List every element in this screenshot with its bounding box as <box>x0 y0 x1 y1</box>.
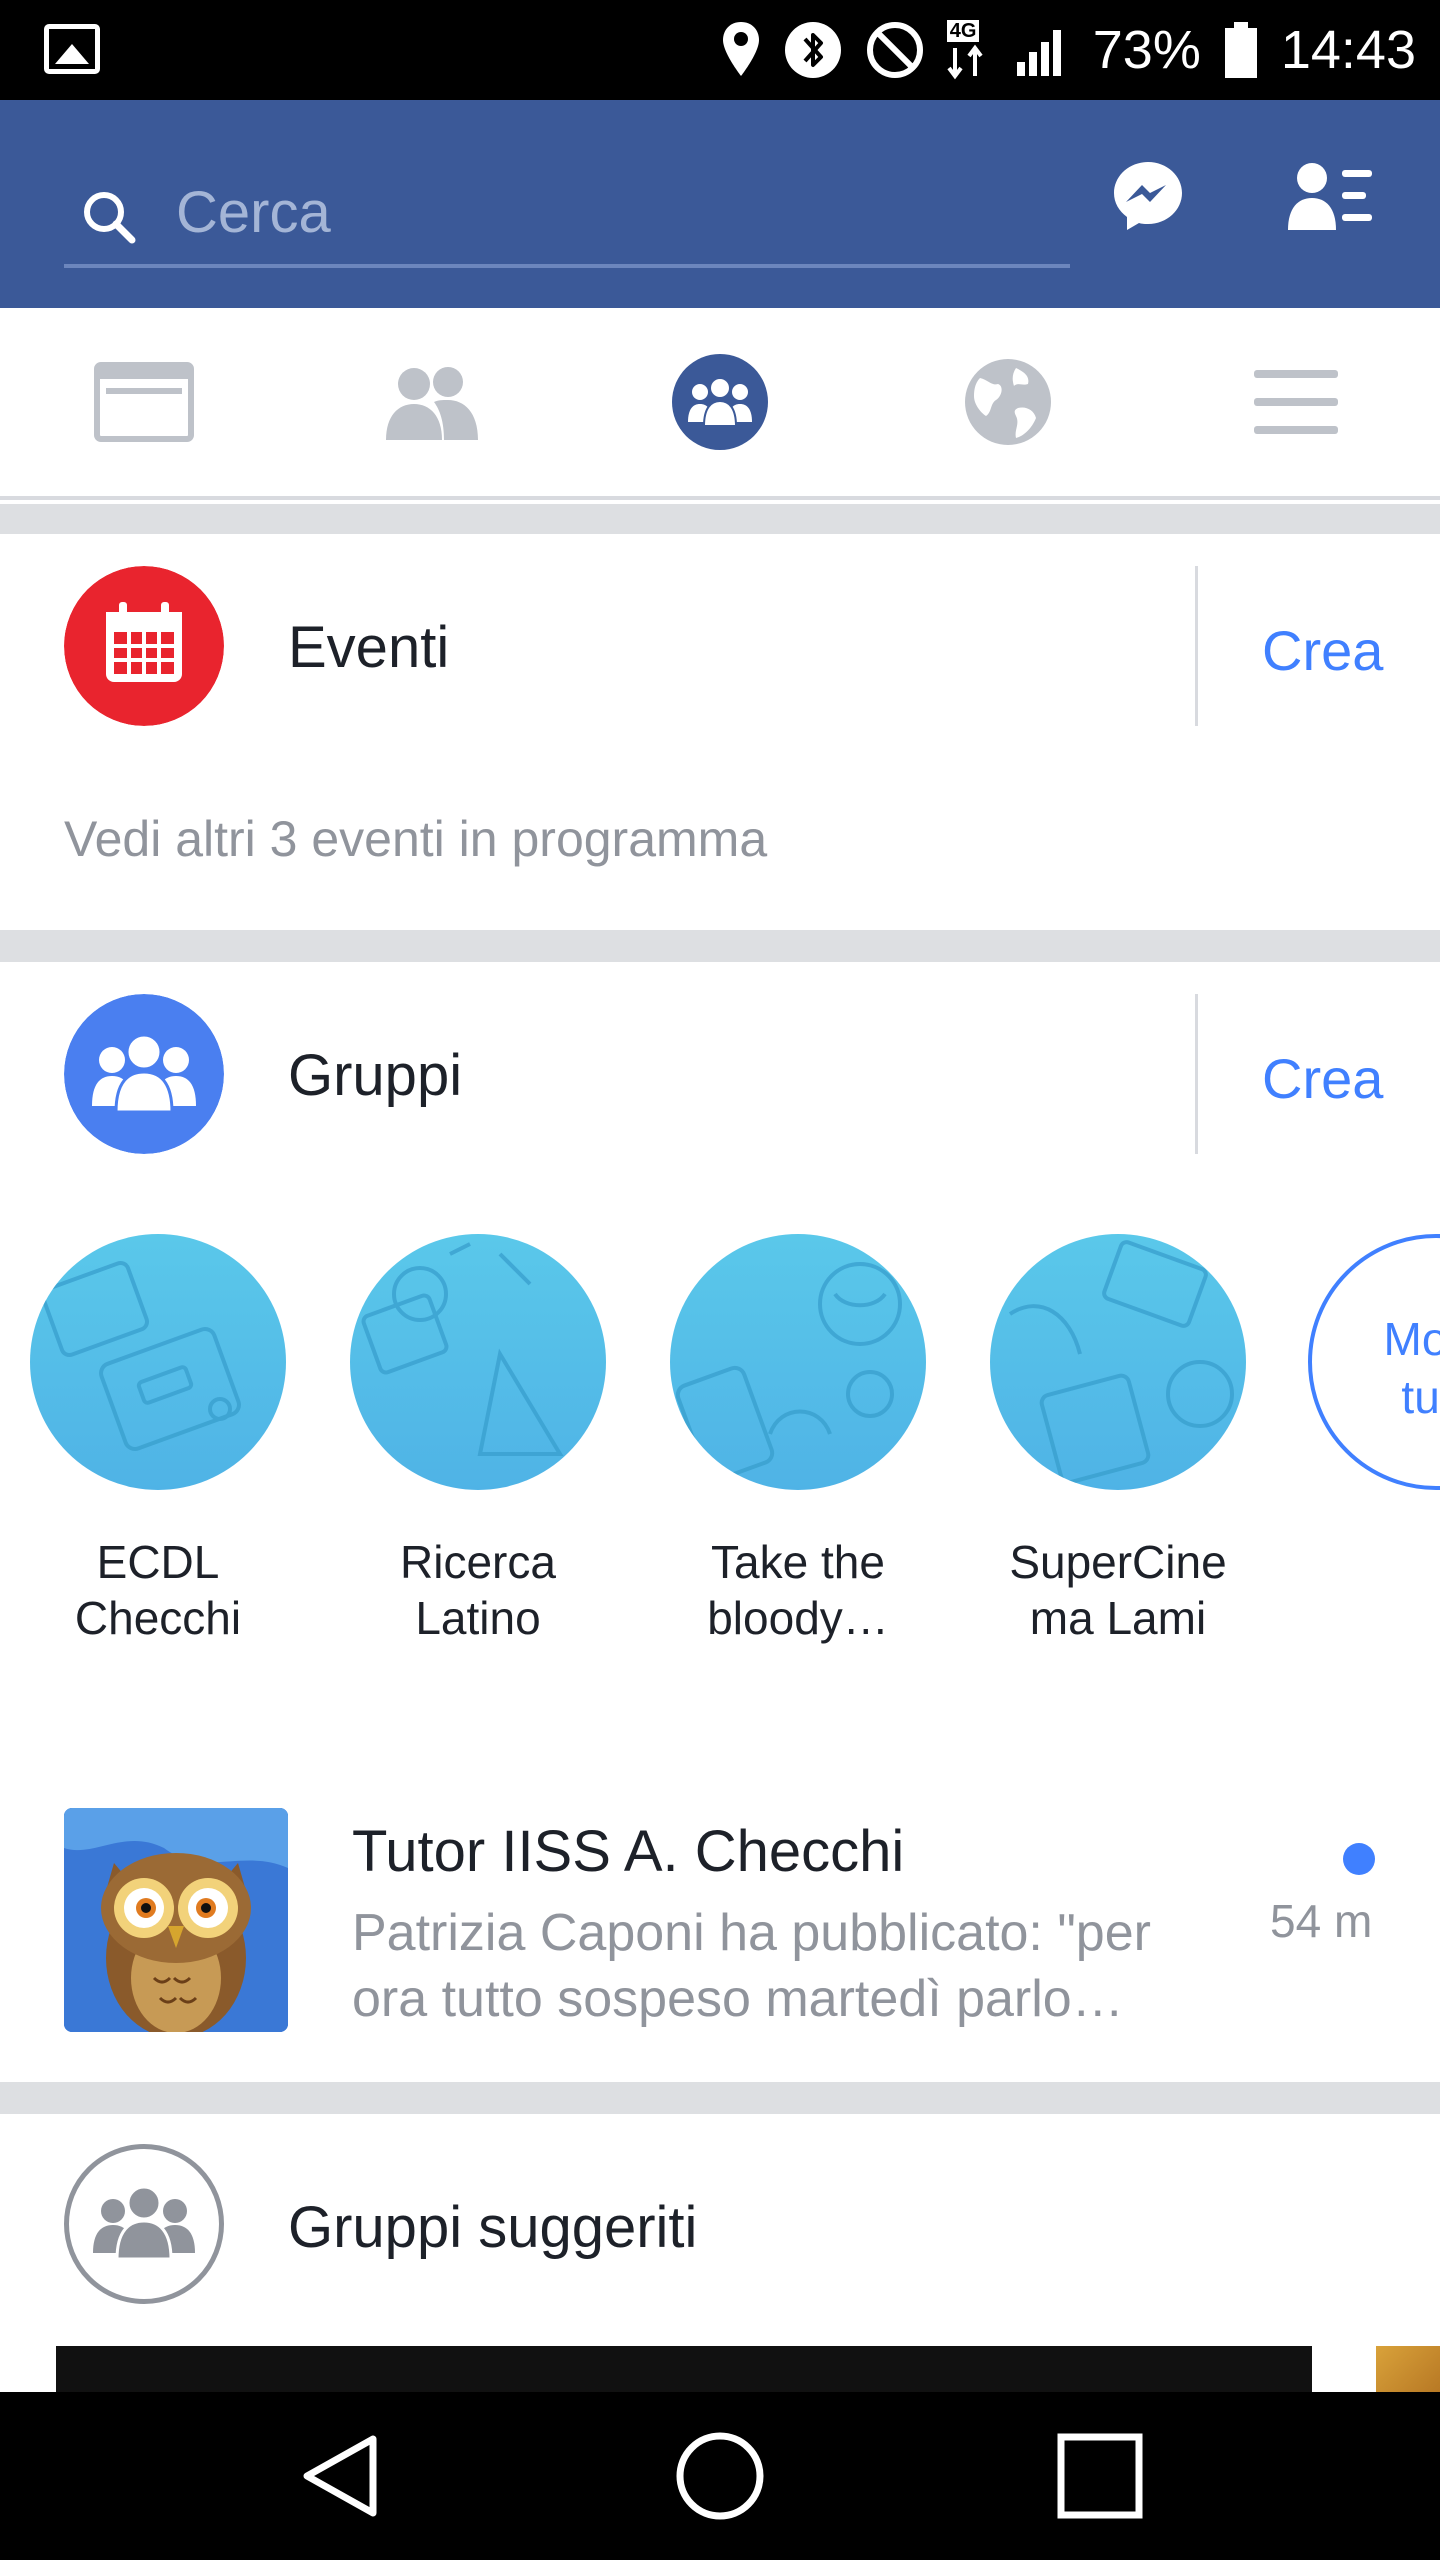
see-all-line: tut <box>1401 1371 1440 1423</box>
section-divider <box>0 504 1440 534</box>
group-cover-icon <box>30 1234 286 1490</box>
clock: 14:43 <box>1280 20 1416 80</box>
news-feed-icon <box>94 362 194 442</box>
see-more-events-link[interactable]: Vedi altri 3 eventi in programma <box>64 810 767 868</box>
group-cover-icon <box>350 1234 606 1490</box>
create-group-button[interactable]: Crea <box>1262 1046 1383 1111</box>
messenger-icon[interactable] <box>1110 158 1186 234</box>
search-bar[interactable] <box>64 160 1070 268</box>
group-name-line: Take the <box>711 1536 885 1588</box>
tab-friends[interactable] <box>288 308 576 496</box>
create-event-button[interactable]: Crea <box>1262 618 1383 683</box>
group-name: ECDL Checchi <box>30 1534 286 1646</box>
owl-icon <box>64 1808 288 2032</box>
group-name: Tutor IISS A. Checchi <box>352 1819 905 1884</box>
do-not-disturb-icon <box>866 22 923 78</box>
group-shortcut[interactable]: Take the bloody… <box>670 1234 926 1646</box>
calendar-icon[interactable] <box>64 566 224 726</box>
group-shortcut[interactable]: Ricerca Latino <box>350 1234 606 1646</box>
group-name: Ricerca Latino <box>350 1534 606 1646</box>
group-name: Take the bloody… <box>670 1534 926 1646</box>
group-name-line: Checchi <box>74 1592 242 1644</box>
group-name-line: ma Lami <box>1029 1592 1207 1644</box>
home-icon <box>676 2432 764 2520</box>
battery-percent: 73% <box>1092 20 1201 80</box>
group-name-line: Ricerca <box>400 1536 556 1588</box>
network-type: 4G <box>946 20 980 42</box>
group-name-line: Latino <box>415 1592 541 1644</box>
events-title[interactable]: Eventi <box>288 614 449 681</box>
recents-button[interactable] <box>1040 2416 1160 2536</box>
group-name: SuperCine ma Lami <box>990 1534 1246 1646</box>
back-icon <box>303 2435 377 2517</box>
group-name-line: ECDL <box>96 1536 220 1588</box>
vertical-separator <box>1195 994 1198 1154</box>
home-button[interactable] <box>660 2416 780 2536</box>
group-cover-icon <box>670 1234 926 1490</box>
group-avatar <box>64 1808 288 2032</box>
tab-notifications[interactable] <box>864 308 1152 496</box>
tab-groups[interactable] <box>576 308 864 496</box>
back-button[interactable] <box>280 2416 400 2536</box>
search-input[interactable] <box>176 172 1036 252</box>
mobile-data-icon: 4G <box>946 20 993 80</box>
tab-menu[interactable] <box>1152 308 1440 496</box>
status-bar: 4G 73% 14:43 <box>0 0 1440 100</box>
friend-requests-icon[interactable] <box>1286 160 1374 236</box>
tab-bar <box>0 308 1440 500</box>
group-name-line: SuperCine <box>1009 1536 1227 1588</box>
suggested-groups-title[interactable]: Gruppi suggeriti <box>288 2194 697 2261</box>
section-divider <box>0 930 1440 962</box>
see-all-groups-button[interactable]: Mos tut <box>1308 1234 1440 1490</box>
battery-icon <box>1224 22 1257 78</box>
groups-icon <box>672 354 768 450</box>
groups-title[interactable]: Gruppi <box>288 1042 462 1109</box>
vertical-separator <box>1195 566 1198 726</box>
search-icon[interactable] <box>80 188 140 248</box>
tab-news-feed[interactable] <box>0 308 288 496</box>
recents-icon <box>1057 2433 1143 2519</box>
post-timestamp: 54 m <box>1270 1895 1373 1947</box>
section-divider <box>0 2082 1440 2114</box>
gallery-notification-icon <box>44 24 100 74</box>
app-header <box>0 100 1440 308</box>
groups-outline-icon <box>64 2144 224 2304</box>
bluetooth-icon <box>784 22 841 78</box>
globe-icon <box>965 359 1051 445</box>
menu-icon <box>1254 370 1338 434</box>
groups-icon[interactable] <box>64 994 224 1154</box>
group-cover-icon <box>990 1234 1246 1490</box>
group-name-line: bloody… <box>707 1592 889 1644</box>
status-icons: 4G 73% 14:43 <box>721 0 1416 100</box>
friends-icon <box>386 367 478 440</box>
see-all-label: Mos tut <box>1362 1310 1440 1426</box>
post-snippet: Patrizia Caponi ha pubblicato: "per ora … <box>352 1904 1151 2028</box>
group-shortcut[interactable]: ECDL Checchi <box>30 1234 286 1646</box>
location-icon <box>722 22 759 76</box>
system-navigation-bar <box>0 2392 1440 2560</box>
see-all-line: Mos <box>1383 1313 1440 1365</box>
unread-indicator <box>1343 1843 1375 1875</box>
signal-icon <box>1016 30 1061 76</box>
app-screen: 4G 73% 14:43 Cerca Eventi Crea Vedi altr… <box>0 0 1440 2560</box>
group-shortcut[interactable]: SuperCine ma Lami <box>990 1234 1246 1646</box>
